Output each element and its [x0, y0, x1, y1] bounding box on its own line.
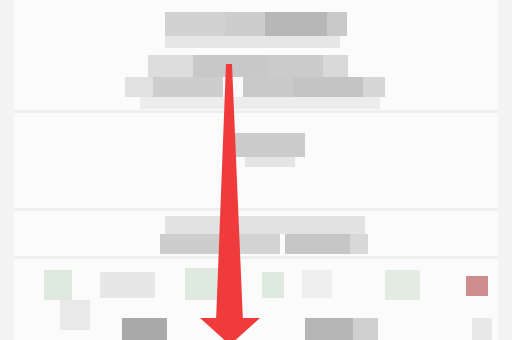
blur-block: [185, 268, 220, 300]
blur-block: [44, 270, 72, 300]
blur-block: [153, 77, 223, 97]
blur-block: [60, 300, 90, 330]
blur-block: [243, 77, 293, 97]
blur-block: [472, 318, 492, 340]
blur-block: [302, 270, 332, 298]
blur-block: [165, 36, 340, 48]
blur-block: [125, 77, 153, 97]
blur-block: [385, 270, 420, 300]
blur-block: [235, 133, 305, 157]
blur-block: [265, 12, 327, 36]
divider: [14, 208, 498, 211]
blur-block: [293, 77, 363, 97]
blur-block: [140, 97, 380, 109]
blur-block: [285, 234, 350, 254]
blur-block: [160, 234, 220, 254]
blur-block: [165, 216, 365, 234]
blur-block: [122, 318, 167, 340]
blur-block: [353, 318, 378, 340]
divider: [14, 110, 498, 113]
blur-block: [220, 234, 280, 254]
blur-block: [193, 55, 268, 77]
blur-block: [262, 272, 284, 298]
blur-block: [305, 318, 353, 340]
blur-block: [327, 12, 347, 36]
blur-block: [100, 272, 155, 298]
blur-block: [245, 157, 295, 167]
content-panel: [14, 0, 498, 340]
blur-block: [165, 12, 225, 36]
blur-block: [148, 55, 193, 77]
blur-block: [225, 12, 265, 36]
blur-block: [466, 276, 488, 296]
divider: [14, 256, 498, 259]
blur-block: [323, 55, 348, 77]
blur-block: [363, 77, 385, 97]
blur-block: [350, 234, 368, 254]
blur-block: [268, 55, 323, 77]
